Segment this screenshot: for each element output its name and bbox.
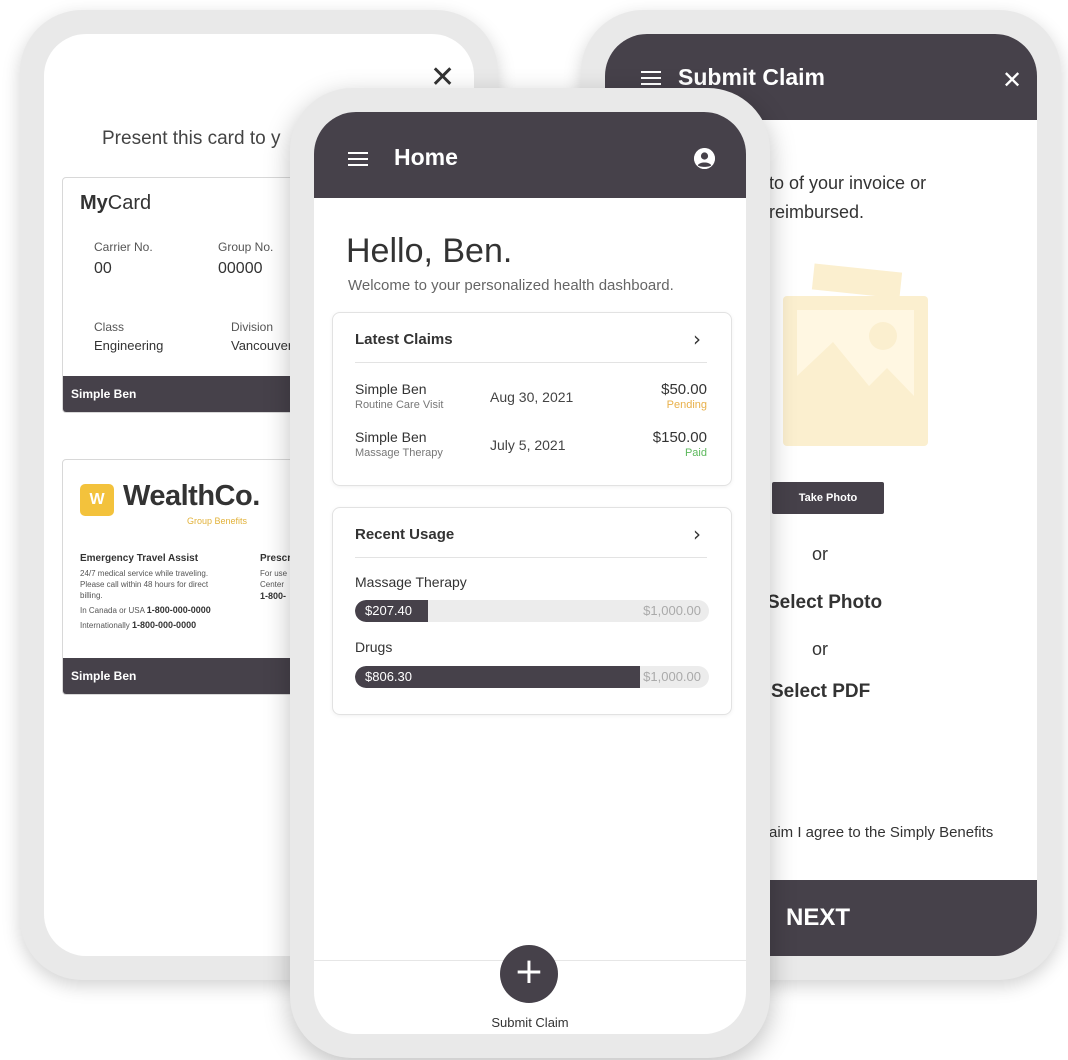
group-value: 00000 <box>218 260 263 277</box>
claim-date: Aug 30, 2021 <box>490 389 574 405</box>
prescription-title: Prescr <box>260 553 292 564</box>
usage-label: Drugs <box>355 639 393 655</box>
or-text-1: or <box>812 544 829 564</box>
claim-date: July 5, 2021 <box>490 437 566 453</box>
home-phone: Home Hello, Ben. Welcome to your persona… <box>290 88 770 1058</box>
travel-line2: Please call within 48 hours for direct <box>80 580 209 589</box>
account-icon[interactable] <box>694 148 715 169</box>
submit-claim-label: Submit Claim <box>491 1015 569 1030</box>
photo-placeholder-icon <box>783 263 928 446</box>
agreement-text: aim I agree to the Simply Benefits <box>769 824 994 841</box>
claim-name: Simple Ben <box>355 381 427 397</box>
usage-label: Massage Therapy <box>355 574 467 590</box>
recent-usage-panel[interactable]: Recent Usage › Massage Therapy $207.40 $… <box>332 507 732 715</box>
claim-type: Routine Care Visit <box>355 399 444 411</box>
claim-type: Massage Therapy <box>355 447 443 459</box>
travel-line3: billing. <box>80 591 103 600</box>
carrier-value: 00 <box>94 260 112 277</box>
class-value: Engineering <box>94 338 164 353</box>
select-pdf-button[interactable]: Select PDF <box>771 681 870 703</box>
wealthco-brand: WealthCo. <box>123 480 260 512</box>
select-photo-button[interactable]: Select Photo <box>767 592 882 614</box>
usage-bar: $207.40 $1,000.00 <box>355 600 709 622</box>
usage-used: $207.40 <box>365 603 412 618</box>
group-label: Group No. <box>218 240 274 254</box>
class-label: Class <box>94 320 125 334</box>
home-title: Home <box>394 144 458 170</box>
division-label: Division <box>231 320 274 334</box>
claim-amount: $150.00 <box>652 429 707 446</box>
latest-claims-panel[interactable]: Latest Claims › Simple Ben Routine Care … <box>332 312 732 486</box>
welcome-text: Welcome to your personalized health dash… <box>348 277 674 294</box>
chevron-right-icon[interactable]: › <box>693 327 701 351</box>
prescription-line2: Center <box>260 580 285 589</box>
claim-instructions-2: reimbursed. <box>769 202 865 222</box>
canada-phone-line: In Canada or USA 1-800-000-0000 <box>80 605 211 615</box>
take-photo-button[interactable]: Take Photo <box>772 482 884 514</box>
claim-status: Paid <box>684 447 707 459</box>
submit-claim-button[interactable]: + <box>500 945 558 1003</box>
usage-max: $1,000.00 <box>643 669 701 684</box>
usage-max: $1,000.00 <box>643 603 701 618</box>
divider <box>355 557 707 558</box>
menu-icon[interactable] <box>348 152 368 166</box>
wealthco-sub: Group Benefits <box>187 516 248 526</box>
intl-phone-line: Internationally 1-800-000-0000 <box>80 620 197 630</box>
greeting: Hello, Ben. <box>346 232 513 270</box>
prescription-line1: For use <box>260 569 288 578</box>
travel-assist-title: Emergency Travel Assist <box>80 553 199 564</box>
chevron-right-icon[interactable]: › <box>693 522 701 546</box>
divider <box>355 362 707 363</box>
or-text-2: or <box>812 639 829 659</box>
latest-claims-title: Latest Claims <box>355 331 453 348</box>
home-screen: Home Hello, Ben. Welcome to your persona… <box>314 112 746 1034</box>
wealthco-logo-icon: W <box>80 484 114 516</box>
recent-usage-title: Recent Usage <box>355 526 455 543</box>
prescription-phone: 1-800- <box>260 591 287 601</box>
claim-title: Submit Claim <box>678 64 825 90</box>
claim-instructions-1: to of your invoice or <box>769 173 927 193</box>
claim-status: Pending <box>666 399 707 411</box>
division-value: Vancouver <box>231 338 293 353</box>
carrier-label: Carrier No. <box>94 240 153 254</box>
usage-used: $806.30 <box>365 669 412 684</box>
claim-name: Simple Ben <box>355 429 427 445</box>
close-icon[interactable]: ✕ <box>1002 66 1022 94</box>
mycard-brand: MyCard <box>80 192 152 214</box>
next-label: NEXT <box>786 904 851 931</box>
usage-bar: $806.30 $1,000.00 <box>355 666 709 688</box>
present-card-text: Present this card to y <box>102 128 281 149</box>
home-header: Home <box>314 112 746 198</box>
claim-amount: $50.00 <box>661 381 707 398</box>
plus-icon: + <box>513 951 545 992</box>
menu-icon[interactable] <box>641 71 661 85</box>
travel-line1: 24/7 medical service while traveling. <box>80 569 209 578</box>
